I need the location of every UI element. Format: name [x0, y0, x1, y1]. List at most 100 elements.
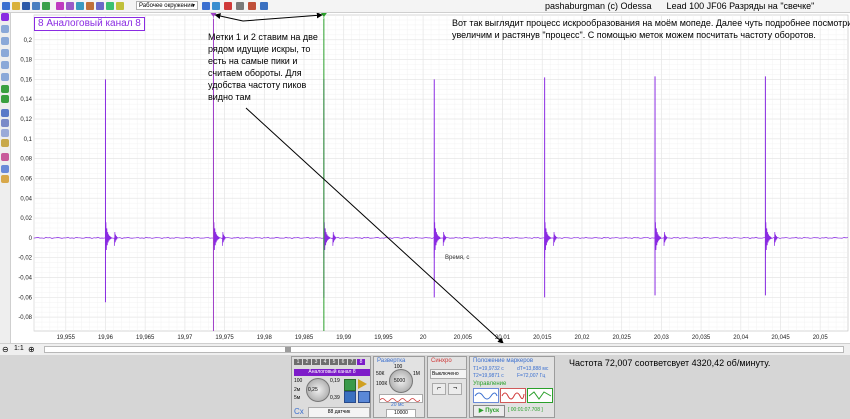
open-folder-icon[interactable] — [12, 2, 20, 10]
y-tick-label: 0,04 — [20, 196, 32, 202]
mode-wave-3-button[interactable] — [527, 388, 553, 403]
scale-icon[interactable] — [1, 73, 9, 81]
zoom-out-button[interactable]: ⊖ — [2, 345, 9, 354]
sync-rise-button[interactable]: ⌐ — [432, 383, 446, 395]
view-g-icon[interactable] — [116, 2, 124, 10]
arrow-down-icon[interactable] — [1, 95, 9, 103]
x-tick-label: 20,025 — [612, 335, 631, 341]
x-tick-label: 19,965 — [136, 335, 155, 341]
sync-dropdown[interactable]: Выключено — [430, 369, 467, 379]
x-tick-label: 20,04 — [733, 335, 749, 341]
view-d-icon[interactable] — [86, 2, 94, 10]
new-file-icon[interactable] — [2, 2, 10, 10]
sweep-points-stepper[interactable]: 10000 — [386, 409, 416, 418]
chevron-down-icon: ▼ — [191, 3, 196, 9]
cx-label: Cx — [294, 407, 304, 416]
plot-background — [33, 14, 849, 332]
mode-wave-1-button[interactable] — [473, 388, 499, 403]
digit-7[interactable]: 7 — [348, 359, 356, 365]
view-mode-3-icon[interactable] — [1, 129, 9, 137]
y-tick-label: 0,16 — [20, 77, 32, 83]
settings-icon[interactable] — [248, 2, 256, 10]
channel-name-text: 8 Аналоговый канал 8 — [38, 18, 141, 29]
export-chart-icon[interactable] — [1, 175, 9, 183]
window-title: pashaburgman (c) Odessa Lead 100 JF06 Ра… — [545, 1, 815, 11]
channel-panel-title: Аналоговый канал 8 — [294, 369, 370, 376]
x-tick-label: 19,98 — [257, 335, 273, 341]
undo-icon[interactable] — [202, 2, 210, 10]
pan-down-icon[interactable] — [1, 61, 9, 69]
sensors-dropdown[interactable]: 88 датчик — [308, 407, 370, 418]
zoom-in-icon[interactable] — [1, 25, 9, 33]
x-tick-label: 20,015 — [533, 335, 552, 341]
annotation-right-note: Вот так выглядит процесс искрообразовани… — [452, 18, 850, 40]
horizontal-scrollbar[interactable] — [44, 346, 844, 353]
save-as-icon[interactable] — [32, 2, 40, 10]
knob-label-d: 0,25 — [308, 387, 318, 393]
scrollbar-thumb[interactable] — [285, 347, 291, 352]
view-e-icon[interactable] — [96, 2, 104, 10]
control-panel-area: 1 2 3 4 5 6 7 8 Аналоговый канал 8 100 0… — [0, 355, 850, 419]
digit-5[interactable]: 5 — [330, 359, 338, 365]
signal-chart[interactable]: 0,2 0,18 0,16 0,14 0,12 0,1 0,08 0,06 0,04 0,02 0 -… — [10, 13, 850, 343]
view-b-icon[interactable] — [66, 2, 74, 10]
y-tick-label: 0,18 — [20, 58, 32, 64]
save-icon[interactable] — [22, 2, 30, 10]
pan-up-icon[interactable] — [1, 49, 9, 57]
x-tick-label: 20,035 — [692, 335, 711, 341]
annotation-left-note: Метки 1 и 2 ставим на две рядом идущие и… — [208, 32, 318, 102]
workspace-dropdown[interactable]: Рабочее окружение ▼ — [136, 1, 198, 10]
view-f-icon[interactable] — [106, 2, 114, 10]
sweep-panel: Развертка 100 1М 50К 100К 5000 20 мс 100… — [373, 356, 425, 418]
y-tick-label: 0,08 — [20, 157, 32, 163]
digit-4[interactable]: 4 — [321, 359, 329, 365]
mode-wave-2-button[interactable] — [500, 388, 526, 403]
y-tick-label: -0,04 — [18, 276, 32, 282]
sweep-knob-label-a: 100 — [394, 364, 403, 370]
digit-6[interactable]: 6 — [339, 359, 347, 365]
channel-number-icon[interactable] — [1, 13, 9, 21]
view-c-icon[interactable] — [76, 2, 84, 10]
zoom-out-icon[interactable] — [1, 37, 9, 45]
y-tick-label: 0,12 — [20, 117, 32, 123]
view-a-icon[interactable] — [56, 2, 64, 10]
sensors-dropdown-label: 88 датчик — [327, 409, 351, 415]
y-axis-ticks: 0,2 0,18 0,16 0,14 0,12 0,1 0,08 0,06 0,04 0,02 0 -… — [18, 38, 32, 321]
y-tick-label: 0,06 — [20, 176, 32, 182]
zoom-in-button[interactable]: ⊕ — [28, 345, 35, 354]
arrow-up-icon[interactable] — [1, 85, 9, 93]
record-button[interactable] — [344, 379, 356, 391]
view-mode-2-icon[interactable] — [1, 119, 9, 127]
help-icon[interactable] — [260, 2, 268, 10]
redo-icon[interactable] — [212, 2, 220, 10]
channel-digits-row: 1 2 3 4 5 6 7 8 — [294, 359, 370, 367]
digit-3[interactable]: 3 — [312, 359, 320, 365]
zoom-reset-button[interactable]: 1:1 — [14, 345, 24, 352]
digit-8[interactable]: 8 — [357, 359, 365, 365]
start-button[interactable]: ▶ Пуск — [473, 405, 505, 417]
digit-1[interactable]: 1 — [294, 359, 302, 365]
y-tick-label: 0,2 — [24, 38, 33, 44]
view-mode-4-icon[interactable] — [1, 139, 9, 147]
x-tick-label: 20,03 — [654, 335, 670, 341]
digit-2[interactable]: 2 — [303, 359, 311, 365]
print-icon[interactable] — [236, 2, 244, 10]
sweep-points-value: 10000 — [394, 410, 408, 416]
sync-panel: Синхро Выключено ⌐ ¬ — [427, 356, 467, 418]
knob-label-c: 2м — [294, 387, 301, 393]
view-mode-1-icon[interactable] — [1, 109, 9, 117]
sweep-knob-label-d: 100К — [376, 381, 388, 387]
wave-1-icon — [474, 392, 498, 400]
export-icon[interactable] — [42, 2, 50, 10]
x-tick-label: 19,975 — [215, 335, 234, 341]
x-tick-label: 19,955 — [57, 335, 76, 341]
layout-icon[interactable] — [1, 165, 9, 173]
save-data-icon[interactable] — [358, 391, 370, 403]
grid-icon[interactable] — [1, 153, 9, 161]
stop-button[interactable] — [344, 391, 356, 403]
sync-fall-button[interactable]: ¬ — [448, 383, 462, 395]
y-tick-label: 0,1 — [24, 137, 33, 143]
eraser-icon[interactable] — [224, 2, 232, 10]
play-icon[interactable] — [358, 379, 367, 389]
y-tick-label: -0,08 — [18, 315, 32, 321]
